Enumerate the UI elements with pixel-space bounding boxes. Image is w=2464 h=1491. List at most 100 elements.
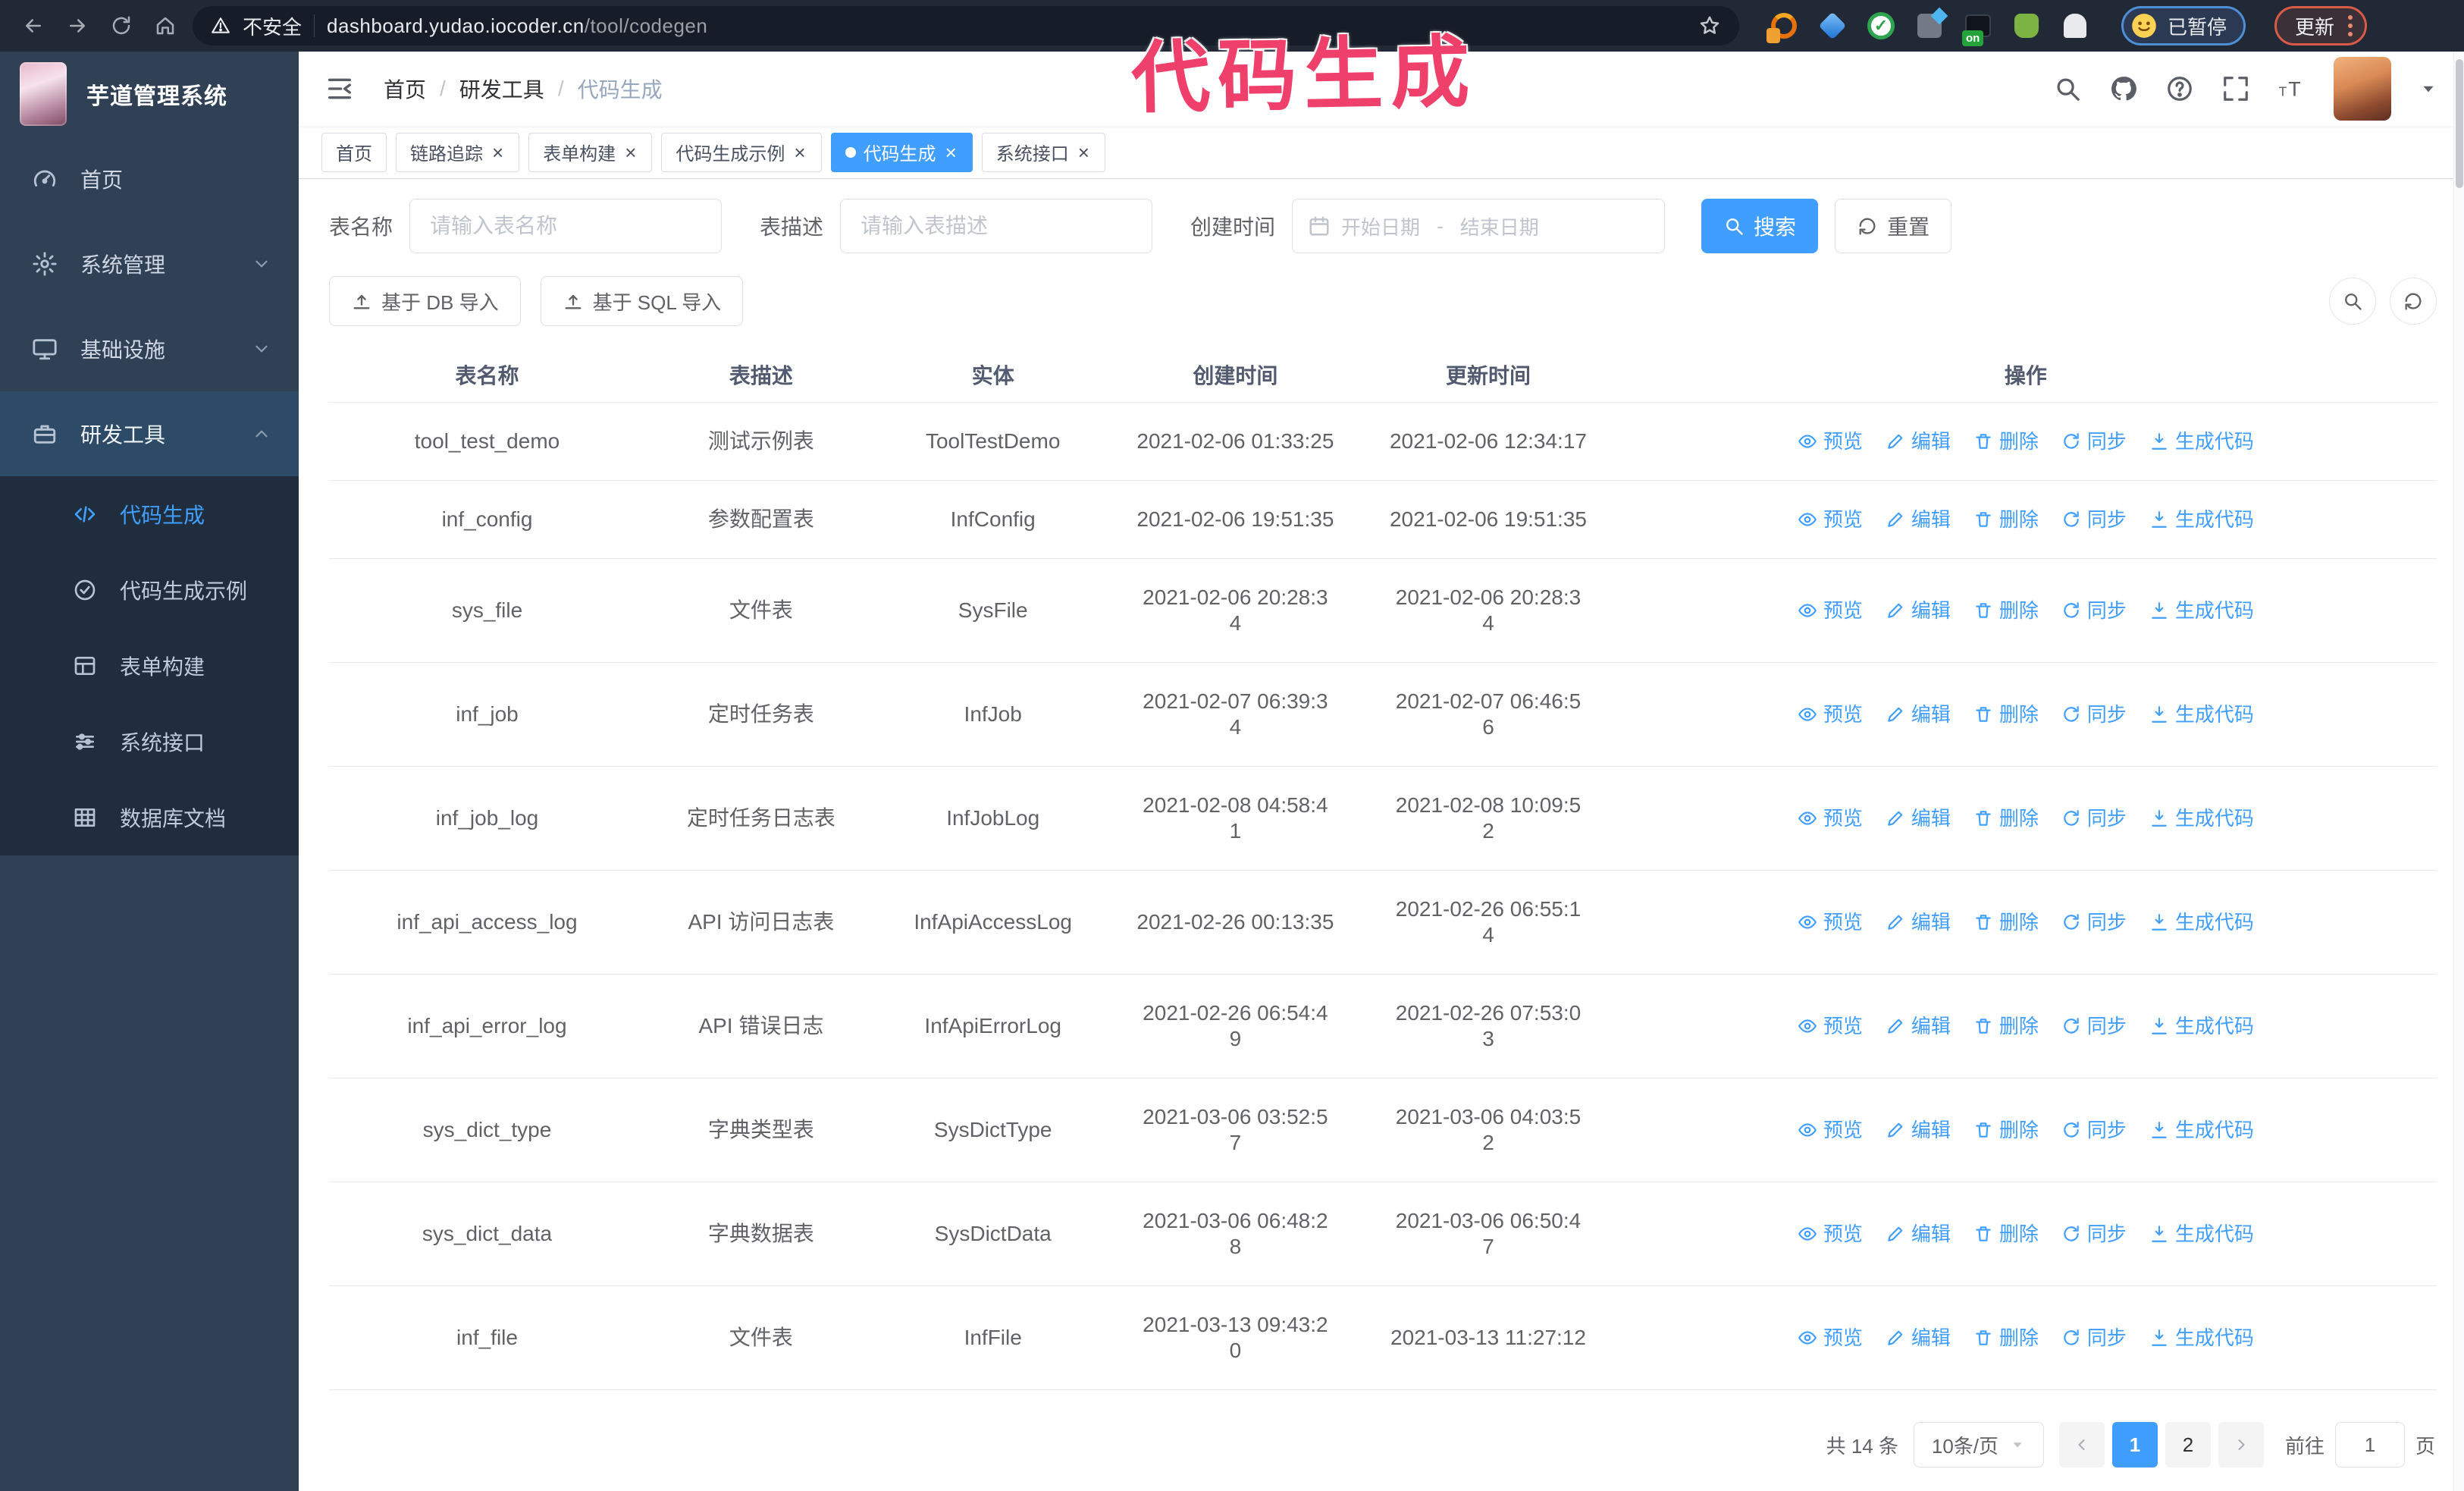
user-avatar[interactable] bbox=[2334, 57, 2391, 121]
breadcrumb-devtools[interactable]: 研发工具 bbox=[459, 74, 544, 104]
star-icon[interactable] bbox=[1698, 14, 1721, 37]
table-name-input[interactable] bbox=[409, 199, 723, 253]
tab-表单构建[interactable]: 表单构建 × bbox=[528, 132, 653, 172]
breadcrumb-home[interactable]: 首页 bbox=[384, 74, 426, 104]
generate-link[interactable]: 生成代码 bbox=[2149, 598, 2254, 623]
sidebar-item-system[interactable]: 系统管理 bbox=[0, 221, 299, 306]
fontsize-icon[interactable]: TT bbox=[2277, 74, 2306, 103]
sync-link[interactable]: 同步 bbox=[2061, 909, 2127, 935]
hamburger-icon[interactable] bbox=[324, 74, 355, 104]
generate-link[interactable]: 生成代码 bbox=[2149, 805, 2254, 831]
generate-link[interactable]: 生成代码 bbox=[2149, 909, 2254, 935]
sidebar-item-codegen[interactable]: 代码生成 bbox=[0, 476, 299, 552]
edit-link[interactable]: 编辑 bbox=[1886, 1325, 1951, 1351]
delete-link[interactable]: 删除 bbox=[1973, 909, 2039, 935]
preview-link[interactable]: 预览 bbox=[1798, 909, 1863, 935]
generate-link[interactable]: 生成代码 bbox=[2149, 507, 2254, 532]
sidebar-item-form-builder[interactable]: 表单构建 bbox=[0, 628, 299, 704]
reset-button[interactable]: 重置 bbox=[1835, 199, 1952, 253]
sync-link[interactable]: 同步 bbox=[2061, 805, 2127, 831]
address-bar[interactable]: 不安全 dashboard.yudao.iocoder.cn/tool/code… bbox=[193, 6, 1739, 46]
sync-link[interactable]: 同步 bbox=[2061, 507, 2127, 532]
edit-link[interactable]: 编辑 bbox=[1886, 428, 1951, 454]
generate-link[interactable]: 生成代码 bbox=[2149, 428, 2254, 454]
extension-bot-icon[interactable] bbox=[2012, 11, 2041, 40]
delete-link[interactable]: 删除 bbox=[1973, 1325, 2039, 1351]
goto-page-input[interactable] bbox=[2334, 1422, 2405, 1467]
sync-link[interactable]: 同步 bbox=[2061, 702, 2127, 727]
close-icon[interactable]: × bbox=[944, 143, 958, 162]
generate-link[interactable]: 生成代码 bbox=[2149, 1325, 2254, 1351]
preview-link[interactable]: 预览 bbox=[1798, 1013, 1863, 1039]
extension-check-icon[interactable]: ✓ bbox=[1867, 11, 1895, 40]
extension-orange-icon[interactable] bbox=[1766, 11, 1798, 43]
sync-link[interactable]: 同步 bbox=[2061, 1325, 2127, 1351]
extension-ghost-icon[interactable] bbox=[2061, 11, 2089, 40]
table-desc-input[interactable] bbox=[840, 199, 1153, 253]
delete-link[interactable]: 删除 bbox=[1973, 1013, 2039, 1039]
browser-profile-badge[interactable]: 已暂停 bbox=[2121, 6, 2246, 46]
delete-link[interactable]: 删除 bbox=[1973, 702, 2039, 727]
tab-链路追踪[interactable]: 链路追踪 × bbox=[396, 132, 520, 172]
show-search-button[interactable] bbox=[2329, 278, 2376, 325]
edit-link[interactable]: 编辑 bbox=[1886, 805, 1951, 831]
preview-link[interactable]: 预览 bbox=[1798, 507, 1863, 532]
tab-代码生成[interactable]: 代码生成 × bbox=[830, 132, 973, 172]
browser-update-button[interactable]: 更新 bbox=[2274, 6, 2368, 46]
edit-link[interactable]: 编辑 bbox=[1886, 598, 1951, 623]
preview-link[interactable]: 预览 bbox=[1798, 428, 1863, 454]
sidebar-logo-row[interactable]: 芋道管理系统 bbox=[0, 52, 299, 137]
delete-link[interactable]: 删除 bbox=[1973, 805, 2039, 831]
scrollbar[interactable] bbox=[2453, 52, 2464, 1491]
prev-page-button[interactable] bbox=[2058, 1422, 2105, 1467]
import-db-button[interactable]: 基于 DB 导入 bbox=[329, 276, 521, 326]
page-button-2[interactable]: 2 bbox=[2165, 1422, 2211, 1467]
search-icon[interactable] bbox=[2053, 74, 2082, 103]
import-sql-button[interactable]: 基于 SQL 导入 bbox=[540, 276, 744, 326]
help-icon[interactable] bbox=[2165, 74, 2194, 103]
github-icon[interactable] bbox=[2109, 74, 2138, 103]
sidebar-item-infra[interactable]: 基础设施 bbox=[0, 306, 299, 391]
generate-link[interactable]: 生成代码 bbox=[2149, 1117, 2254, 1143]
close-icon[interactable]: × bbox=[792, 143, 807, 162]
generate-link[interactable]: 生成代码 bbox=[2149, 702, 2254, 727]
sync-link[interactable]: 同步 bbox=[2061, 1013, 2127, 1039]
date-range-picker[interactable]: 开始日期 - 结束日期 bbox=[1292, 199, 1666, 253]
browser-reload-button[interactable] bbox=[105, 9, 138, 42]
scrollbar-thumb[interactable] bbox=[2456, 59, 2463, 188]
delete-link[interactable]: 删除 bbox=[1973, 598, 2039, 623]
close-icon[interactable]: × bbox=[491, 143, 505, 162]
edit-link[interactable]: 编辑 bbox=[1886, 507, 1951, 532]
edit-link[interactable]: 编辑 bbox=[1886, 702, 1951, 727]
browser-menu-icon[interactable] bbox=[2348, 15, 2353, 36]
tab-首页[interactable]: 首页 bbox=[321, 132, 387, 172]
fullscreen-icon[interactable] bbox=[2221, 74, 2250, 103]
preview-link[interactable]: 预览 bbox=[1798, 1117, 1863, 1143]
sidebar-item-system-api[interactable]: 系统接口 bbox=[0, 704, 299, 780]
caret-down-icon[interactable] bbox=[2419, 79, 2438, 99]
close-icon[interactable]: × bbox=[623, 143, 638, 162]
preview-link[interactable]: 预览 bbox=[1798, 1325, 1863, 1351]
sync-link[interactable]: 同步 bbox=[2061, 598, 2127, 623]
preview-link[interactable]: 预览 bbox=[1798, 702, 1863, 727]
sync-link[interactable]: 同步 bbox=[2061, 1117, 2127, 1143]
tab-代码生成示例[interactable]: 代码生成示例 × bbox=[661, 132, 822, 172]
sync-link[interactable]: 同步 bbox=[2061, 428, 2127, 454]
extension-dark-icon[interactable]: on bbox=[1962, 11, 1992, 46]
edit-link[interactable]: 编辑 bbox=[1886, 909, 1951, 935]
edit-link[interactable]: 编辑 bbox=[1886, 1013, 1951, 1039]
delete-link[interactable]: 删除 bbox=[1973, 1117, 2039, 1143]
browser-forward-button[interactable] bbox=[61, 9, 94, 42]
sidebar-item-devtools[interactable]: 研发工具 bbox=[0, 391, 299, 476]
page-button-1[interactable]: 1 bbox=[2111, 1422, 2158, 1467]
delete-link[interactable]: 删除 bbox=[1973, 428, 2039, 454]
sidebar-item-home[interactable]: 首页 bbox=[0, 137, 299, 221]
extension-gem-icon[interactable] bbox=[1818, 11, 1847, 40]
delete-link[interactable]: 删除 bbox=[1973, 507, 2039, 532]
refresh-table-button[interactable] bbox=[2390, 278, 2437, 325]
close-icon[interactable]: × bbox=[1077, 143, 1091, 162]
edit-link[interactable]: 编辑 bbox=[1886, 1221, 1951, 1247]
tab-系统接口[interactable]: 系统接口 × bbox=[981, 132, 1105, 172]
sidebar-item-db-doc[interactable]: 数据库文档 bbox=[0, 780, 299, 855]
sidebar-item-codegen-example[interactable]: 代码生成示例 bbox=[0, 552, 299, 628]
